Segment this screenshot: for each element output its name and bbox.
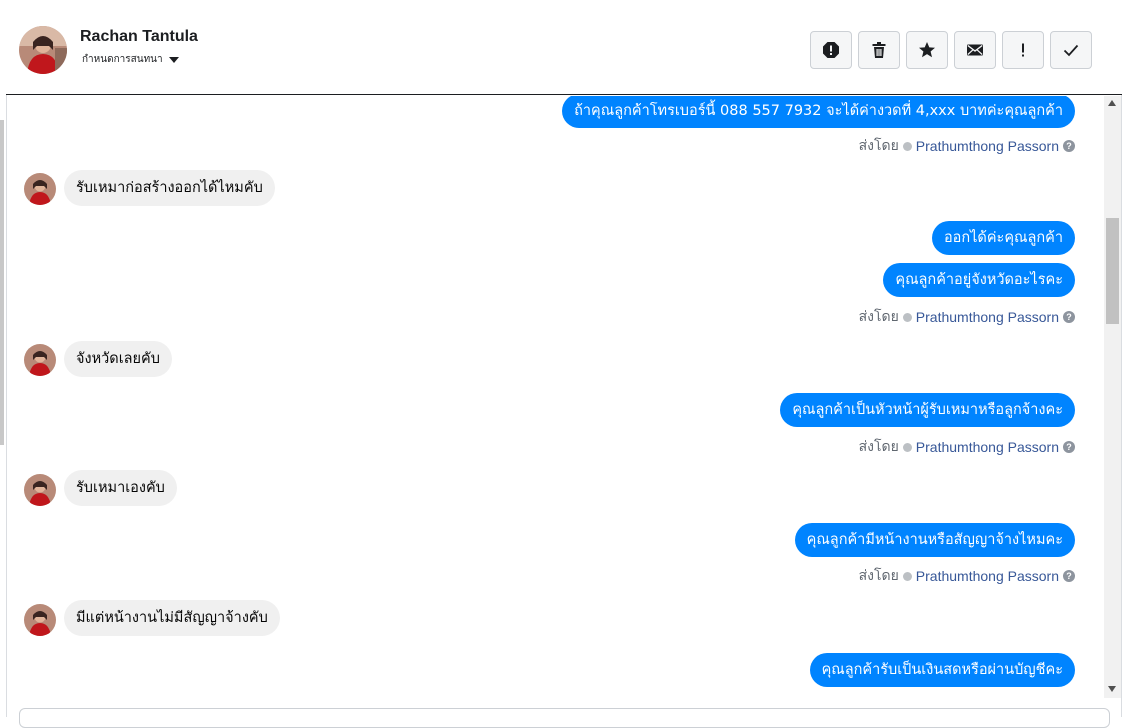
- mark-done-button[interactable]: [1050, 31, 1092, 69]
- agent-name-link[interactable]: Prathumthong Passorn: [916, 439, 1059, 455]
- contact-avatar-small[interactable]: [24, 344, 56, 376]
- outgoing-message[interactable]: ออกได้ค่ะคุณลูกค้า: [931, 221, 1075, 255]
- scroll-down-arrow-icon[interactable]: [1108, 686, 1116, 692]
- sent-status-icon: [902, 442, 912, 452]
- sent-status-icon: [902, 571, 912, 581]
- sent-by-line: ส่งโดย Prathumthong Passorn ?: [859, 565, 1075, 587]
- incoming-message[interactable]: รับเหมาเองคับ: [64, 470, 177, 506]
- outgoing-message[interactable]: คุณลูกค้าเป็นหัวหน้าผู้รับเหมาหรือลูกจ้า…: [780, 393, 1075, 427]
- contact-avatar-small[interactable]: [24, 604, 56, 636]
- contact-avatar-small[interactable]: [24, 474, 56, 506]
- contact-avatar-small[interactable]: [24, 173, 56, 205]
- outgoing-message[interactable]: คุณลูกค้าอยู่จังหวัดอะไรคะ: [883, 263, 1075, 297]
- sent-by-label: ส่งโดย: [858, 137, 899, 153]
- mark-spam-button[interactable]: [810, 31, 852, 69]
- incoming-message[interactable]: มีแต่หน้างานไม่มีสัญญาจ้างคับ: [64, 600, 280, 636]
- sent-by-line: ส่งโดย Prathumthong Passorn ?: [859, 436, 1075, 458]
- agent-name-link[interactable]: Prathumthong Passorn: [916, 309, 1059, 325]
- delete-button[interactable]: [858, 31, 900, 69]
- mark-important-icon: [1022, 43, 1024, 57]
- trash-icon: [872, 42, 886, 58]
- agent-name-link[interactable]: Prathumthong Passorn: [916, 138, 1059, 154]
- help-icon[interactable]: ?: [1063, 311, 1075, 323]
- conversation-header: Rachan Tantula กำหนดการสนทนา: [6, 6, 1122, 95]
- help-icon[interactable]: ?: [1063, 570, 1075, 582]
- spam-icon: [823, 42, 839, 58]
- outgoing-message[interactable]: ถ้าคุณลูกค้าโทรเบอร์นี้ 088 557 7932 จะไ…: [562, 96, 1075, 128]
- star-button[interactable]: [906, 31, 948, 69]
- conversation-settings-dropdown[interactable]: กำหนดการสนทนา: [82, 52, 179, 67]
- left-edge-bar: [0, 120, 4, 445]
- header-actions: [810, 31, 1092, 69]
- scroll-up-arrow-icon[interactable]: [1108, 100, 1116, 106]
- mail-icon: [967, 44, 983, 56]
- contact-avatar[interactable]: [19, 26, 67, 74]
- incoming-message[interactable]: รับเหมาก่อสร้างออกได้ไหมคับ: [64, 170, 275, 206]
- check-icon: [1063, 44, 1079, 57]
- thread-scrollbar[interactable]: [1104, 96, 1121, 698]
- mark-unread-button[interactable]: [954, 31, 996, 69]
- sent-by-line: ส่งโดย Prathumthong Passorn ?: [859, 135, 1075, 157]
- mark-important-button[interactable]: [1002, 31, 1044, 69]
- conversation-settings-label: กำหนดการสนทนา: [82, 54, 163, 65]
- caret-down-icon: [168, 56, 179, 63]
- outgoing-message[interactable]: คุณลูกค้ามีหน้างานหรือสัญญาจ้างไหมคะ: [794, 523, 1075, 557]
- contact-name[interactable]: Rachan Tantula: [80, 28, 198, 46]
- scrollbar-thumb[interactable]: [1106, 218, 1119, 324]
- sent-by-label: ส่งโดย: [858, 308, 899, 324]
- star-icon: [919, 42, 935, 58]
- sent-status-icon: [902, 312, 912, 322]
- outgoing-message[interactable]: คุณลูกค้ารับเป็นเงินสดหรือผ่านบัญชีคะ: [809, 653, 1075, 687]
- incoming-message[interactable]: จังหวัดเลยคับ: [64, 341, 172, 377]
- sent-by-line: ส่งโดย Prathumthong Passorn ?: [859, 306, 1075, 328]
- help-icon[interactable]: ?: [1063, 140, 1075, 152]
- message-thread[interactable]: ถ้าคุณลูกค้าโทรเบอร์นี้ 088 557 7932 จะไ…: [7, 96, 1104, 698]
- sent-by-label: ส่งโดย: [858, 438, 899, 454]
- sent-status-icon: [902, 141, 912, 151]
- message-composer[interactable]: [19, 708, 1110, 728]
- help-icon[interactable]: ?: [1063, 441, 1075, 453]
- agent-name-link[interactable]: Prathumthong Passorn: [916, 568, 1059, 584]
- sent-by-label: ส่งโดย: [858, 567, 899, 583]
